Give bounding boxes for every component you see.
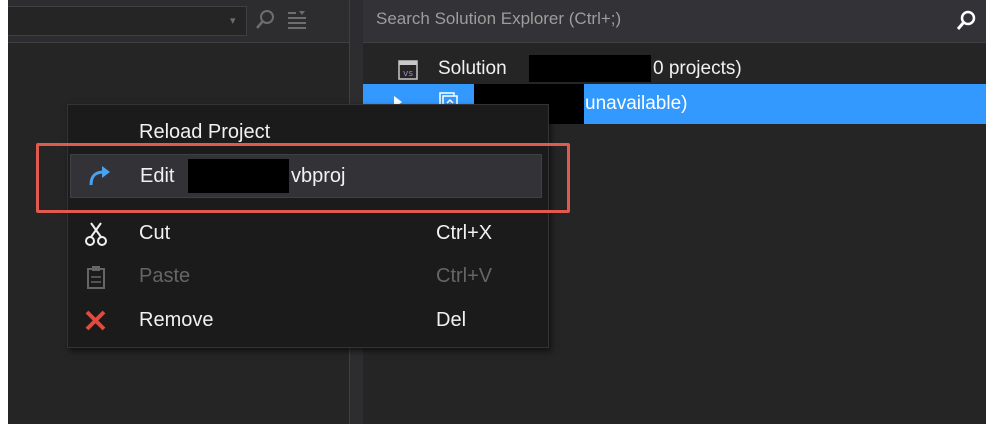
menu-item-remove[interactable]: Remove Del <box>68 299 548 341</box>
menu-item-cut[interactable]: Cut Ctrl+X <box>68 212 548 254</box>
menu-item-label: Reload Project <box>139 121 271 143</box>
menu-item-label: Cut <box>139 222 171 244</box>
search-icon[interactable] <box>254 8 276 32</box>
search-icon[interactable] <box>956 10 978 36</box>
solution-icon: vs <box>397 59 419 87</box>
scissors-icon <box>82 220 110 248</box>
left-search-input[interactable] <box>8 6 247 36</box>
solution-explorer-search[interactable]: Search Solution Explorer (Ctrl+;) <box>363 0 986 43</box>
annotation-highlight-box <box>36 143 570 213</box>
context-menu: Reload Project Edit vbproj Cut Ctrl+X Pa… <box>67 104 549 348</box>
menu-item-label: Paste <box>139 265 191 287</box>
list-options-icon[interactable] <box>286 8 308 32</box>
search-placeholder: Search Solution Explorer (Ctrl+;) <box>376 9 622 28</box>
left-toolbar-icons <box>254 8 308 32</box>
redacted-solution-name <box>529 55 651 82</box>
menu-item-shortcut: Del <box>436 309 467 331</box>
solution-label: Solution <box>438 58 507 79</box>
svg-text:vs: vs <box>403 69 413 79</box>
project-status: unavailable) <box>585 93 688 114</box>
left-pane-toolbar: ▾ <box>8 0 349 43</box>
remove-x-icon <box>82 307 110 335</box>
dropdown-arrow-icon[interactable]: ▾ <box>230 14 236 27</box>
ide-window: ▾ Search Solution Explorer (Ctrl+;) vs S… <box>8 0 986 424</box>
solution-project-count: 0 projects) <box>653 58 742 79</box>
menu-item-label: Remove <box>139 309 214 331</box>
tree-row-solution[interactable]: vs Solution 0 projects) <box>363 52 986 84</box>
menu-item-paste: Paste Ctrl+V <box>68 255 548 297</box>
menu-item-shortcut: Ctrl+V <box>436 265 493 287</box>
clipboard-icon <box>82 263 110 291</box>
menu-item-shortcut: Ctrl+X <box>436 222 493 244</box>
